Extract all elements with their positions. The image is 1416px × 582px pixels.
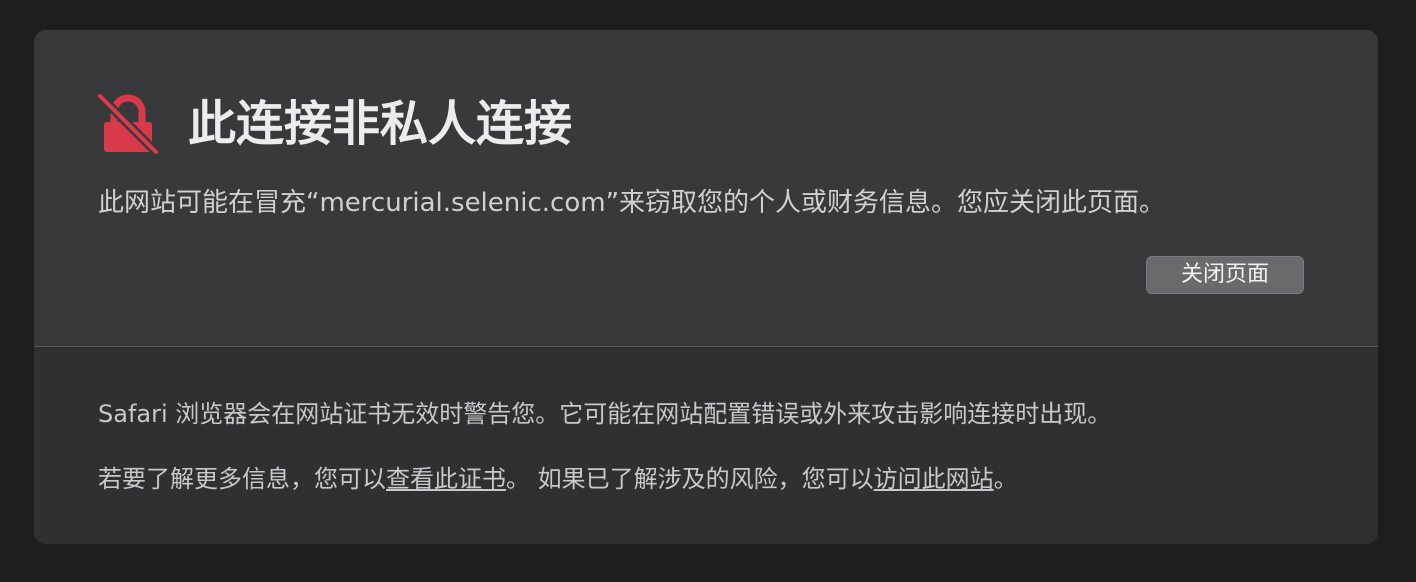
- warning-description: 此网站可能在冒充“mercurial.selenic.com”来窃取您的个人或财…: [98, 188, 1166, 218]
- lock-broken-icon: [96, 94, 160, 154]
- page-title: 此连接非私人连接: [188, 96, 573, 152]
- view-certificate-link[interactable]: 查看此证书: [386, 465, 506, 493]
- warning-header-section: 此连接非私人连接 此网站可能在冒充“mercurial.selenic.com”…: [34, 30, 1378, 346]
- more-info-paragraph: 若要了解更多信息，您可以查看此证书。 如果已了解涉及的风险，您可以访问此网站。: [98, 462, 1018, 496]
- details-paragraph: Safari 浏览器会在网站证书无效时警告您。它可能在网站配置错误或外来攻击影响…: [98, 400, 1112, 428]
- details-section: Safari 浏览器会在网站证书无效时警告您。它可能在网站配置错误或外来攻击影响…: [34, 347, 1378, 544]
- visit-site-link[interactable]: 访问此网站: [874, 465, 994, 493]
- warning-card: 此连接非私人连接 此网站可能在冒充“mercurial.selenic.com”…: [34, 30, 1378, 544]
- more-info-middle: 。 如果已了解涉及的风险，您可以: [506, 465, 874, 493]
- close-page-button[interactable]: 关闭页面: [1146, 256, 1304, 294]
- more-info-suffix: 。: [993, 465, 1018, 493]
- more-info-prefix: 若要了解更多信息，您可以: [98, 465, 386, 493]
